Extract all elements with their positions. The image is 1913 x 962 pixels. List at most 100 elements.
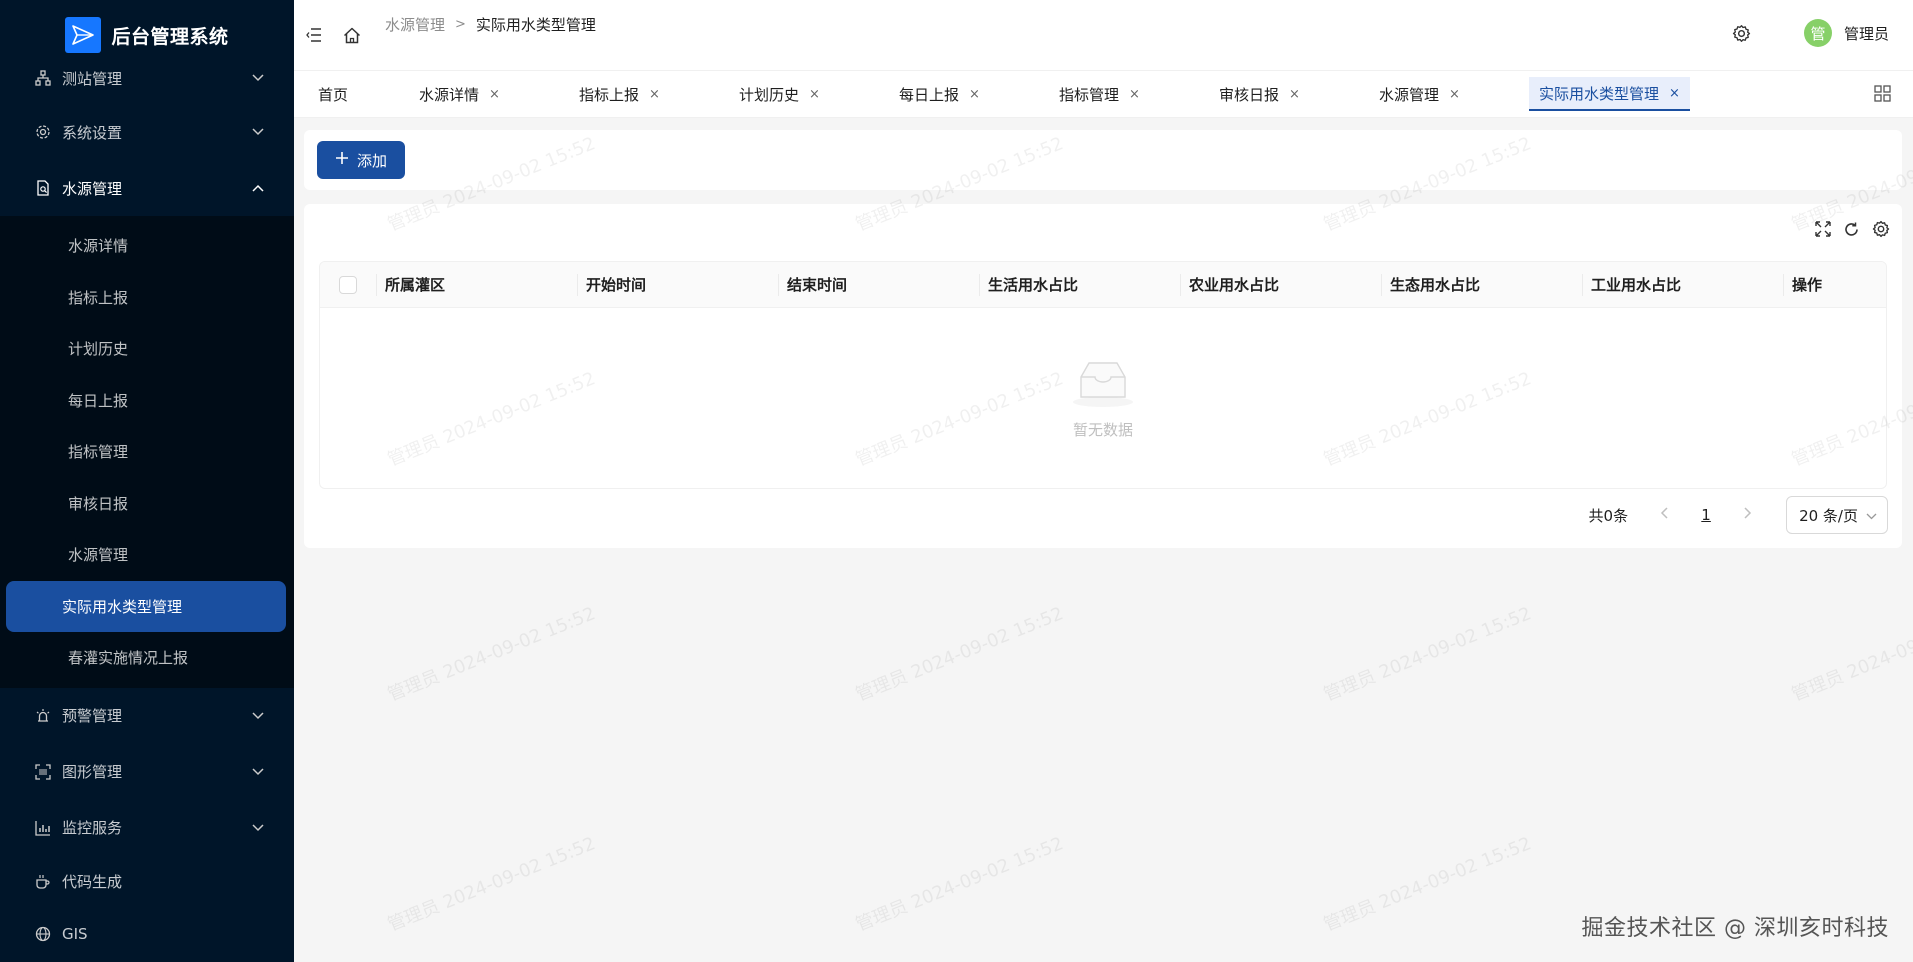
- sidebar-item-codegen[interactable]: 代码生成: [0, 856, 294, 908]
- water-source-submenu: 水源详情 指标上报 计划历史 每日上报 指标管理 审核日报 水源管理 实际用水类…: [0, 216, 294, 688]
- select-all-checkbox[interactable]: [339, 275, 357, 294]
- sidebar-subitem[interactable]: 春灌实施情况上报: [6, 632, 286, 684]
- app-logo[interactable]: 后台管理系统: [0, 0, 294, 70]
- sidebar-subitem[interactable]: 水源详情: [6, 220, 286, 272]
- sidebar-subitem-active[interactable]: 实际用水类型管理: [6, 580, 286, 632]
- close-icon[interactable]: ×: [1669, 86, 1680, 101]
- close-icon[interactable]: ×: [1129, 87, 1140, 102]
- footer-brand: 掘金技术社区 @ 深圳亥时科技: [1581, 916, 1889, 941]
- close-icon[interactable]: ×: [1289, 87, 1300, 102]
- watermark: 管理员 2024-09-02 15:52: [384, 833, 599, 936]
- column-header[interactable]: 所属灌区: [376, 262, 577, 308]
- tab-label: 指标管理: [1059, 85, 1120, 104]
- sidebar-item-alerts[interactable]: 预警管理: [0, 688, 294, 744]
- close-icon[interactable]: ×: [969, 87, 980, 102]
- menu-fold-icon[interactable]: [304, 25, 324, 45]
- sidebar-menu: 测站管理 系统设置 水源管理 水源详情 指标上报 计划历史 每日上报 指标管理 …: [0, 52, 294, 960]
- alarm-icon: [34, 707, 52, 725]
- column-header: 操作: [1783, 262, 1886, 308]
- watermark: 管理员 2024-09-02 15:52: [1320, 833, 1535, 936]
- sidebar-subitem[interactable]: 审核日报: [6, 478, 286, 530]
- column-settings-icon[interactable]: [1872, 220, 1890, 242]
- gear-icon: [34, 123, 52, 141]
- table-card: 所属灌区 开始时间 结束时间 生活用水占比 农业用水占比 生态用水占比 工业用水…: [304, 204, 1902, 548]
- pagination-page[interactable]: 1: [1690, 506, 1722, 524]
- close-icon[interactable]: ×: [489, 87, 500, 102]
- pagination-total: 共0条: [1588, 506, 1629, 525]
- chevron-down-icon: [1866, 506, 1877, 524]
- scan-icon: [34, 763, 52, 781]
- sidebar-item-label: 测站管理: [62, 69, 123, 88]
- toolbar-card: 添加: [304, 130, 1902, 190]
- home-icon[interactable]: [342, 25, 362, 45]
- settings-gear-icon[interactable]: [1732, 23, 1752, 43]
- username[interactable]: 管理员: [1844, 23, 1889, 44]
- tab-review-daily[interactable]: 审核日报 ×: [1209, 77, 1310, 111]
- reload-icon[interactable]: [1843, 221, 1860, 242]
- tab-label: 指标上报: [579, 85, 640, 104]
- breadcrumb-current: 实际用水类型管理: [475, 16, 596, 34]
- chevron-left-icon[interactable]: [1652, 507, 1676, 523]
- sidebar-subitem[interactable]: 水源管理: [6, 529, 286, 581]
- column-header[interactable]: 农业用水占比: [1180, 262, 1381, 308]
- add-button[interactable]: 添加: [317, 141, 406, 179]
- column-header[interactable]: 结束时间: [778, 262, 979, 308]
- tab-bar: 首页 水源详情 × 指标上报 × 计划历史 × 每日上报 × 指标管理 × 审核…: [294, 70, 1913, 118]
- sidebar-item-water-source[interactable]: 水源管理: [0, 160, 294, 216]
- sidebar-menu-bottom: 预警管理 图形管理 监控服务 代码生成 GIS: [0, 688, 294, 960]
- sidebar: 测站管理 系统设置 水源管理 水源详情 指标上报 计划历史 每日上报 指标管理 …: [0, 0, 294, 962]
- chevron-up-icon: [252, 182, 264, 194]
- sidebar-item-monitoring[interactable]: 监控服务: [0, 800, 294, 856]
- chevron-right-icon[interactable]: [1736, 507, 1760, 523]
- sidebar-item-settings[interactable]: 系统设置: [0, 104, 294, 160]
- tab-label: 首页: [318, 85, 349, 104]
- tab-water-source-detail[interactable]: 水源详情 ×: [409, 77, 510, 111]
- close-icon[interactable]: ×: [1449, 87, 1460, 102]
- sidebar-subitem[interactable]: 每日上报: [6, 375, 286, 427]
- sidebar-item-graphics[interactable]: 图形管理: [0, 744, 294, 800]
- sidebar-subitem[interactable]: 指标上报: [6, 272, 286, 324]
- globe-icon: [34, 925, 52, 943]
- close-icon[interactable]: ×: [809, 87, 820, 102]
- breadcrumb-parent[interactable]: 水源管理: [385, 14, 445, 35]
- sidebar-item-gis[interactable]: GIS: [0, 908, 294, 960]
- breadcrumb-separator: >: [455, 17, 466, 32]
- sidebar-item-label: 图形管理: [62, 763, 123, 781]
- sidebar-subitem[interactable]: 指标管理: [6, 426, 286, 478]
- sidebar-subitem[interactable]: 计划历史: [6, 323, 286, 375]
- sidebar-item-label: 水源管理: [62, 179, 123, 198]
- tab-actual-water-type[interactable]: 实际用水类型管理 ×: [1529, 77, 1690, 111]
- sidebar-item-label: GIS: [62, 924, 88, 943]
- column-header[interactable]: 生活用水占比: [979, 262, 1180, 308]
- fullscreen-icon[interactable]: [1815, 221, 1831, 241]
- paper-plane-icon: [65, 17, 102, 53]
- pagination: 共0条 1 20 条/页: [1589, 496, 1888, 534]
- empty-inbox-icon: [1067, 357, 1139, 413]
- chevron-down-icon: [252, 710, 264, 722]
- watermark: 管理员 2024-09-02 15:52: [1320, 603, 1535, 706]
- watermark: 管理员 2024-09-02 15:52: [852, 603, 1067, 706]
- column-header[interactable]: 开始时间: [577, 262, 778, 308]
- coffee-icon: [34, 873, 52, 891]
- avatar[interactable]: 管: [1803, 19, 1832, 47]
- header-right: 管 管理员: [1732, 19, 1889, 47]
- watermark: 管理员 2024-09-02 15:52: [852, 833, 1067, 936]
- tab-plan-history[interactable]: 计划历史 ×: [729, 77, 830, 111]
- page-size-select[interactable]: 20 条/页: [1786, 496, 1888, 534]
- tab-indicator-report[interactable]: 指标上报 ×: [569, 77, 670, 111]
- tab-label: 水源管理: [1379, 85, 1440, 104]
- page-size-value: 20 条/页: [1799, 506, 1858, 525]
- grid-icon[interactable]: [1874, 85, 1891, 106]
- watermark: 管理员 2024-09-02 15:52: [384, 603, 599, 706]
- close-icon[interactable]: ×: [649, 87, 660, 102]
- tab-indicator-management[interactable]: 指标管理 ×: [1049, 77, 1150, 111]
- column-header[interactable]: 生态用水占比: [1381, 262, 1582, 308]
- chevron-down-icon: [252, 72, 264, 84]
- tab-home[interactable]: 首页: [308, 77, 358, 111]
- tab-daily-report[interactable]: 每日上报 ×: [889, 77, 990, 111]
- table-header: 所属灌区 开始时间 结束时间 生活用水占比 农业用水占比 生态用水占比 工业用水…: [320, 262, 1886, 308]
- tab-label: 每日上报: [899, 85, 960, 104]
- column-header[interactable]: 工业用水占比: [1582, 262, 1783, 308]
- tab-water-source-management[interactable]: 水源管理 ×: [1369, 77, 1470, 111]
- chevron-down-icon: [252, 766, 264, 778]
